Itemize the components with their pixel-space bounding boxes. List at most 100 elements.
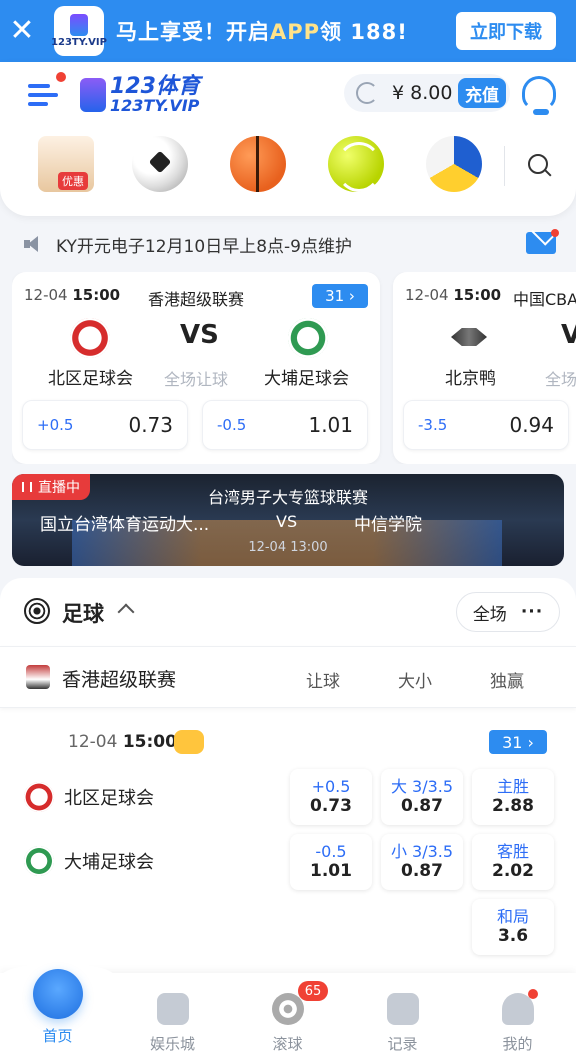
- odds-value: 0.73: [310, 796, 352, 817]
- nav-label: 我的: [502, 1035, 533, 1053]
- nav-home[interactable]: 首页: [0, 969, 115, 1063]
- download-now-button[interactable]: 立即下载: [456, 12, 556, 50]
- football-section: 足球 全场 ··· 香港超级联赛 让球 大小 独赢 12-04 15:00 31…: [0, 578, 576, 973]
- featured-match-carousel[interactable]: 12-04 15:00 香港超级联赛 31 › 北区足球会 VS 全场让球 大埔…: [12, 272, 576, 464]
- live-match-banner[interactable]: 直播中 台湾男子大专篮球联赛 国立台湾体育运动大... VS 中信学院 12-0…: [12, 474, 564, 566]
- draw-odds-button[interactable]: 和局 3.6: [472, 899, 554, 955]
- nav-live-betting[interactable]: 65 滚球: [230, 973, 345, 1063]
- column-over-under: 大小: [398, 672, 432, 692]
- odds-value: 2.02: [492, 861, 534, 882]
- menu-icon[interactable]: [22, 72, 68, 118]
- home-odds-button[interactable]: +0.5 0.73: [22, 400, 188, 450]
- odds-handicap: 客胜: [496, 842, 529, 862]
- match-date: 12-04: [24, 286, 68, 304]
- app-download-banner: ✕ 123TY.VIP 马上享受！开启APP领 188! 立即下载: [0, 0, 576, 62]
- balance-pill: ¥ 8.00 充值: [344, 74, 510, 112]
- odds-value: 1.01: [310, 861, 352, 882]
- vs-label: V: [561, 320, 576, 350]
- app-logo-text: 123TY.VIP: [51, 37, 107, 48]
- period-filter-label: 全场: [472, 604, 507, 625]
- live-vs-label: VS: [276, 512, 298, 531]
- featured-match-card[interactable]: 12-04 15:00 中国CBA 北京鸭 V 全场 -3.5 0.94: [393, 272, 576, 464]
- mail-notification-dot: [551, 229, 559, 237]
- volleyball-icon[interactable]: [426, 136, 482, 192]
- away-handicap-odds-button[interactable]: -0.5 1.01: [290, 834, 372, 890]
- recharge-button[interactable]: 充值: [458, 78, 506, 108]
- match-datetime: 12-04 15:00: [24, 286, 120, 304]
- promo-tag: 优惠: [58, 172, 88, 190]
- league-logo: [26, 665, 50, 689]
- nav-profile[interactable]: 我的: [460, 973, 575, 1063]
- odds-handicap: +0.5: [311, 777, 351, 797]
- league-name: 香港超级联赛: [62, 669, 177, 691]
- brand-logo[interactable]: 123体育 123TY.VIP: [80, 72, 200, 118]
- home-odds-button[interactable]: -3.5 0.94: [403, 400, 569, 450]
- divider: [504, 146, 505, 186]
- brand-shield-icon: [80, 78, 106, 112]
- handicap-label: 全场让球: [164, 370, 229, 389]
- customer-service-icon[interactable]: [522, 76, 556, 115]
- away-team-logo: [288, 318, 328, 358]
- nav-casino[interactable]: 娱乐城: [115, 973, 230, 1063]
- football-section-header: 足球 全场 ···: [0, 578, 576, 646]
- promo-message: 马上享受！开启APP领 188!: [116, 16, 408, 46]
- away-team: 大埔足球会: [24, 846, 154, 876]
- nav-label: 记录: [387, 1035, 418, 1053]
- soccer-ball-icon: [24, 598, 50, 624]
- soccer-ball-icon: [271, 993, 304, 1025]
- odds-value: 0.73: [128, 413, 173, 437]
- promo-message-num: 188: [350, 20, 398, 44]
- soccer-ball-icon[interactable]: [132, 136, 188, 192]
- nav-label: 滚球: [272, 1035, 303, 1053]
- nav-records[interactable]: 记录: [345, 973, 460, 1063]
- live-home-team: 国立台湾体育运动大...: [40, 515, 210, 535]
- match-time: 15:00: [122, 732, 177, 752]
- mail-icon[interactable]: [526, 229, 559, 254]
- home-icon: [32, 969, 83, 1019]
- over-odds-button[interactable]: 大 3/3.5 0.87: [381, 769, 463, 825]
- more-markets-button[interactable]: 31 ›: [312, 284, 368, 308]
- refresh-icon[interactable]: [356, 82, 378, 104]
- odds-handicap: -3.5: [418, 416, 448, 434]
- home-handicap-odds-button[interactable]: +0.5 0.73: [290, 769, 372, 825]
- odds-value: 0.87: [401, 861, 443, 882]
- basketball-icon[interactable]: [230, 136, 286, 192]
- more-markets-button[interactable]: 31 ›: [489, 730, 547, 754]
- live-away-team: 中信学院: [354, 515, 422, 535]
- menu-notification-dot: [56, 72, 66, 82]
- live-count-badge: 65: [298, 981, 328, 1001]
- column-handicap: 让球: [306, 672, 340, 692]
- home-team-name: 北区足球会: [48, 369, 133, 389]
- match-time: 15:00: [72, 286, 121, 304]
- nav-label: 首页: [42, 1027, 73, 1045]
- market-count: 31: [502, 732, 523, 752]
- home-win-odds-button[interactable]: 主胜 2.88: [472, 769, 554, 825]
- under-odds-button[interactable]: 小 3/3.5 0.87: [381, 834, 463, 890]
- tennis-ball-icon[interactable]: [328, 136, 384, 192]
- odds-handicap: -0.5: [217, 416, 247, 434]
- user-icon: [501, 993, 534, 1025]
- odds-value: 2.88: [492, 796, 534, 817]
- collapse-chevron-icon[interactable]: [117, 603, 135, 621]
- odds-handicap: +0.5: [37, 416, 74, 434]
- away-win-odds-button[interactable]: 客胜 2.02: [472, 834, 554, 890]
- announcement-bar[interactable]: KY开元电子12月10日早上8点-9点维护: [0, 224, 576, 264]
- live-datetime: 12-04 13:00: [248, 540, 328, 555]
- odds-handicap: 小 3/3.5: [390, 842, 454, 862]
- odds-value: 0.94: [509, 413, 554, 437]
- announcement-text: KY开元电子12月10日早上8点-9点维护: [56, 236, 352, 257]
- home-team-logo: [70, 318, 110, 358]
- vs-label: VS: [180, 320, 219, 350]
- profile-notification-dot: [528, 989, 538, 999]
- period-filter-button[interactable]: 全场 ···: [456, 592, 560, 632]
- league-header-row[interactable]: 香港超级联赛 让球 大小 独赢: [0, 646, 576, 708]
- league-name: 中国CBA: [513, 290, 576, 309]
- app-logo-badge: [70, 14, 88, 36]
- search-icon[interactable]: [518, 146, 558, 186]
- away-odds-button[interactable]: -0.5 1.01: [202, 400, 368, 450]
- close-banner-icon[interactable]: ✕: [0, 16, 44, 46]
- records-icon: [386, 993, 419, 1025]
- home-team-logo: [24, 782, 54, 812]
- featured-match-card[interactable]: 12-04 15:00 香港超级联赛 31 › 北区足球会 VS 全场让球 大埔…: [12, 272, 380, 464]
- promo-gift-icon[interactable]: 优惠: [38, 136, 94, 192]
